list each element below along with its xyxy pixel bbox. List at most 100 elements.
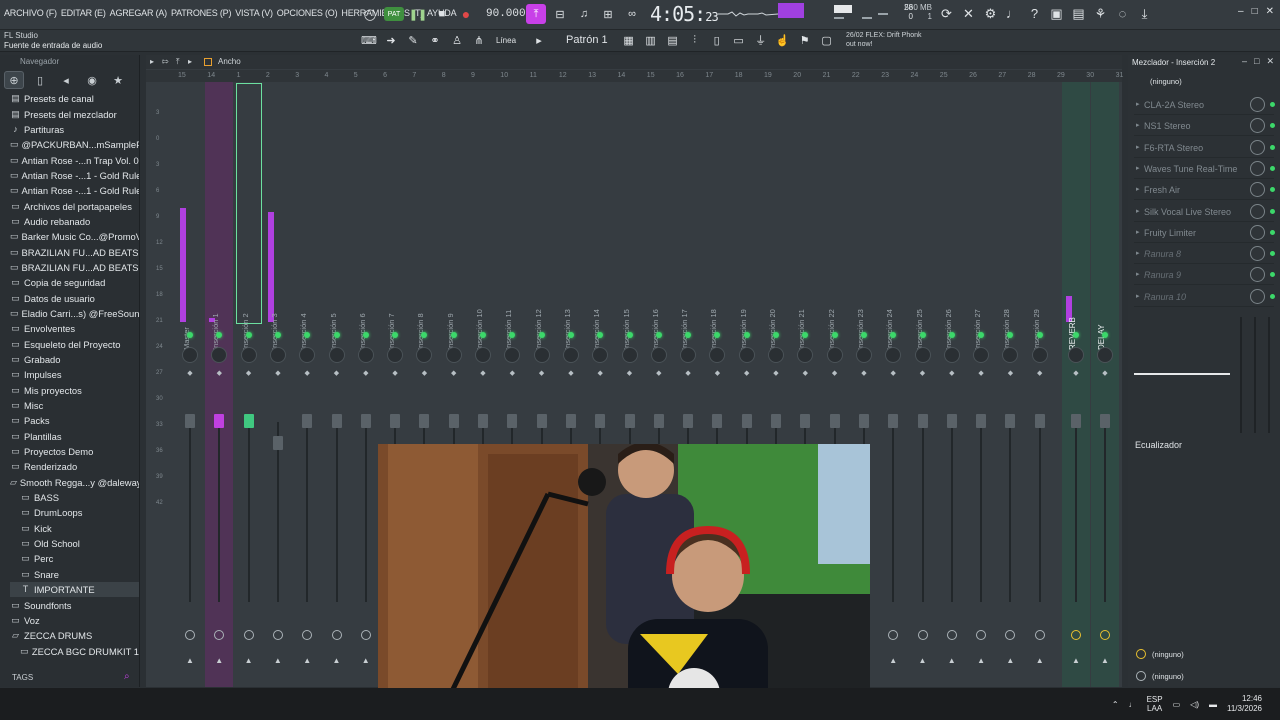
maximize-icon[interactable]: □	[1252, 6, 1258, 17]
send-icon[interactable]	[360, 630, 371, 640]
track-enable-led[interactable]	[480, 332, 486, 338]
pan-knob[interactable]	[650, 347, 667, 363]
route-arrow-icon[interactable]: ▲	[245, 656, 253, 665]
mixer-view-icon[interactable]	[204, 58, 212, 66]
mixer-track[interactable]: Inserción 6 ◆ ▲	[352, 82, 380, 687]
pan-knob[interactable]	[445, 347, 462, 363]
close-icon[interactable]: ✕	[1266, 6, 1274, 17]
insert-fader-track-3[interactable]	[1268, 317, 1270, 433]
slot-mix-knob[interactable]	[1250, 288, 1265, 304]
channel-rack-tool-icon[interactable]: ▤	[664, 32, 682, 48]
insert-close-icon[interactable]: ✕	[1266, 56, 1274, 67]
send-icon[interactable]	[1100, 630, 1110, 640]
browser-item[interactable]: T IMPORTANTE	[10, 582, 139, 598]
clock[interactable]: 12:46 11/3/2026	[1227, 694, 1262, 714]
volume-fader[interactable]	[448, 414, 459, 428]
pan-knob[interactable]	[943, 347, 960, 363]
stereo-icon[interactable]: ◆	[567, 370, 575, 384]
slot-enable-led[interactable]	[1270, 187, 1275, 193]
volume-fader[interactable]	[829, 414, 840, 428]
tray-chevron-icon[interactable]: ⌃	[1112, 700, 1119, 709]
menu-item[interactable]: ARCHIVO (F)	[4, 8, 57, 18]
pan-knob[interactable]	[1097, 347, 1113, 363]
stereo-icon[interactable]: ◆	[274, 370, 282, 384]
volume-fader[interactable]	[331, 414, 342, 428]
route-arrow-icon[interactable]: ▲	[1036, 656, 1044, 665]
track-enable-led[interactable]	[1073, 332, 1079, 338]
slot-arrow-icon[interactable]: ▸	[1136, 164, 1140, 172]
volume-fader[interactable]	[712, 414, 723, 428]
volume-fader[interactable]	[741, 414, 752, 428]
stereo-icon[interactable]: ◆	[215, 370, 223, 384]
pan-knob[interactable]	[1002, 347, 1019, 363]
insert-input-select[interactable]: (ninguno)	[1150, 77, 1182, 86]
track-enable-led[interactable]	[860, 332, 867, 338]
effect-slot[interactable]: ▸ F6-RTA Stereo	[1134, 138, 1275, 158]
stereo-icon[interactable]: ◆	[508, 370, 516, 384]
browser-all-tab[interactable]: ⊕	[4, 71, 24, 89]
mixer-tool-icon[interactable]: ⫶	[686, 32, 704, 48]
pan-knob[interactable]	[797, 347, 814, 363]
effect-slot[interactable]: ▸ Ranura 10	[1134, 287, 1275, 307]
pan-knob[interactable]	[240, 347, 257, 363]
send-icon[interactable]	[946, 630, 957, 640]
track-enable-led[interactable]	[187, 332, 193, 338]
browser-item[interactable]: ▤ Presets del mezclador	[10, 106, 139, 121]
stereo-icon[interactable]: ◆	[801, 370, 809, 384]
menu-item[interactable]: PATRONES (P)	[171, 8, 231, 18]
stereo-icon[interactable]: ◆	[245, 370, 253, 384]
slot-mix-knob[interactable]	[1250, 203, 1265, 219]
pan-knob[interactable]	[973, 347, 990, 363]
browser-item[interactable]: ▭ Renderizado	[10, 459, 139, 474]
stereo-icon[interactable]: ◆	[919, 370, 927, 384]
mixer-track[interactable]: Inserción 26 ◆ ▲	[938, 82, 966, 687]
browser-item[interactable]: ▭ ZECCA BGC DRUMKIT 1	[10, 643, 139, 658]
track-enable-led[interactable]	[743, 332, 750, 338]
pan-knob[interactable]	[504, 347, 521, 363]
pan-knob[interactable]	[299, 347, 316, 363]
magnet-icon[interactable]: ⋔	[470, 32, 488, 48]
stereo-icon[interactable]: ◆	[1072, 370, 1080, 384]
slot-arrow-icon[interactable]: ▸	[1136, 100, 1140, 108]
browser-item[interactable]: ▭ Datos de usuario	[10, 290, 139, 305]
channel-rack-icon[interactable]: ⚙	[982, 5, 999, 22]
volume-fader[interactable]	[565, 414, 576, 428]
slot-arrow-icon[interactable]: ▸	[1136, 270, 1140, 278]
menu-item[interactable]: OPCIONES (O)	[277, 8, 338, 18]
browser-item[interactable]: ▭@PACKURBAN...mSamplePacks	[10, 137, 139, 152]
slot-arrow-icon[interactable]: ▸	[1136, 143, 1140, 151]
stereo-icon[interactable]: ◆	[772, 370, 780, 384]
network-icon[interactable]: ▭	[1173, 700, 1181, 709]
browser-item[interactable]: ▭ Mis proyectos	[10, 383, 139, 398]
effect-slot[interactable]: ▸ Waves Tune Real-Time	[1134, 159, 1275, 179]
slot-enable-led[interactable]	[1270, 144, 1275, 150]
pan-knob[interactable]	[533, 347, 550, 363]
insert-fader-track-2[interactable]	[1254, 317, 1256, 433]
stereo-icon[interactable]: ◆	[831, 370, 839, 384]
pattern-select[interactable]: Patrón 1	[566, 34, 608, 46]
volume-fader[interactable]	[858, 414, 869, 428]
stereo-icon[interactable]: ◆	[889, 370, 897, 384]
volume-fader[interactable]	[800, 414, 811, 428]
pan-knob[interactable]	[328, 347, 345, 363]
browser-item[interactable]: ▭ Old School	[10, 536, 139, 551]
stereo-icon[interactable]: ◆	[479, 370, 487, 384]
browser-item[interactable]: ▭ Antian Rose -...n Trap Vol. 03	[10, 152, 139, 167]
route-arrow-icon[interactable]: ▲	[362, 656, 370, 665]
browser-tool-icon[interactable]: ▯	[708, 32, 726, 48]
pan-knob[interactable]	[709, 347, 726, 363]
tempo-tap-icon[interactable]: ⚑	[796, 32, 814, 48]
slot-enable-led[interactable]	[1270, 208, 1275, 214]
browser-item[interactable]: ▭Barker Music Co...@PromoViDo	[10, 229, 139, 244]
browser-item[interactable]: ▭ Kick	[10, 521, 139, 536]
pan-knob[interactable]	[592, 347, 609, 363]
volume-fader[interactable]	[272, 436, 283, 450]
track-enable-led[interactable]	[831, 332, 838, 338]
stereo-icon[interactable]: ◆	[420, 370, 428, 384]
typing-keyboard-icon[interactable]: ⤒	[526, 4, 546, 24]
mixer-menu-icon[interactable]: ▸	[150, 57, 154, 66]
mixer-track[interactable]: Inserción 29 ◆ ▲	[1026, 82, 1054, 687]
slot-mix-knob[interactable]	[1250, 118, 1265, 134]
blend-notes-icon[interactable]: ⊞	[598, 4, 618, 24]
browser-files-tab[interactable]: ▯	[30, 71, 50, 89]
